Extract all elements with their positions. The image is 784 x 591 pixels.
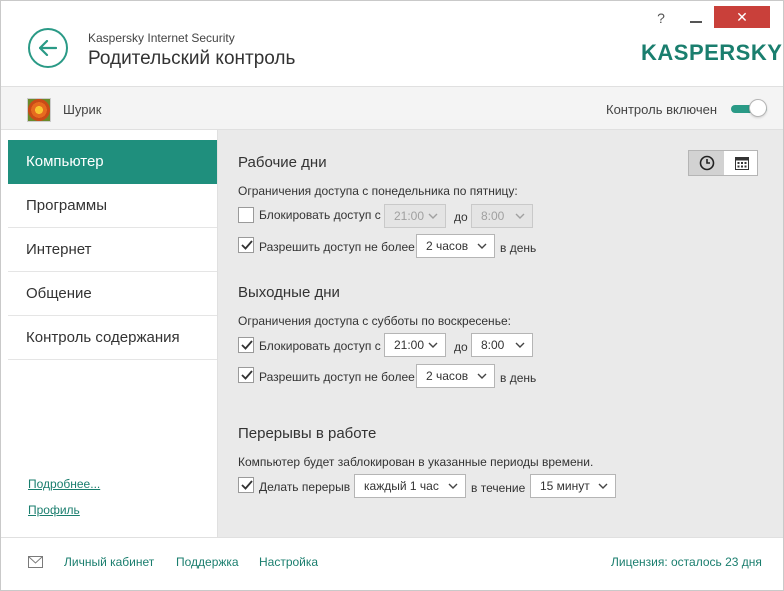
weekend-allow-select[interactable]: 2 часов [416,364,495,388]
weekdays-allow-suffix: в день [500,241,537,255]
weekdays-block-from-value: 21:00 [394,209,425,223]
weekend-block-label: Блокировать доступ с [259,339,381,353]
header: Kaspersky Internet Security Родительский… [1,1,784,86]
more-link[interactable]: Подробнее... [28,477,100,491]
chevron-down-icon [515,213,525,219]
kaspersky-logo: KASPERSKY lab [641,41,784,65]
breaks-interval-value: каждый 1 час [364,479,439,493]
weekdays-block-label: Блокировать доступ с [259,208,381,222]
weekdays-block-from-select[interactable]: 21:00 [384,204,446,228]
user-bar: Шурик Контроль включен [1,86,783,130]
breaks-interval-select[interactable]: каждый 1 час [354,474,466,498]
app-name: Kaspersky Internet Security [88,31,235,45]
avatar [27,98,51,122]
settings-link[interactable]: Настройка [259,555,318,569]
clock-view-button[interactable] [689,151,724,175]
toggle-knob [749,99,767,117]
footer: Личный кабинет Поддержка Настройка Лицен… [1,537,783,590]
checkmark-icon [241,480,253,490]
chevron-down-icon [515,342,525,348]
weekend-block-checkbox[interactable] [238,337,254,353]
breaks-label: Делать перерыв [259,480,351,494]
breaks-duration-value: 15 минут [540,479,590,493]
weekend-title: Выходные дни [238,284,340,301]
logo-text: KASPERSKY [641,40,783,65]
weekend-description: Ограничения доступа с субботы по воскрес… [238,314,511,328]
weekend-block-from-value: 21:00 [394,338,425,352]
chevron-down-icon [428,213,438,219]
sidebar: Компьютер Программы Интернет Общение Кон… [1,130,218,537]
weekdays-allow-select[interactable]: 2 часов [416,234,495,258]
weekdays-description: Ограничения доступа с понедельника по пя… [238,184,518,198]
control-status-label: Контроль включен [606,102,718,117]
breaks-description: Компьютер будет заблокирован в указанные… [238,455,594,469]
clock-icon [699,155,714,171]
control-toggle[interactable] [731,99,767,119]
back-button[interactable] [28,28,68,68]
checkmark-icon [241,340,253,350]
sidebar-item-computer[interactable]: Компьютер [8,140,217,184]
arrow-left-icon [39,40,57,56]
breaks-during-label: в течение [471,481,526,495]
calendar-icon [734,157,749,170]
weekdays-title: Рабочие дни [238,154,327,171]
weekend-allow-value: 2 часов [426,369,469,383]
app-window: Kaspersky Internet Security Родительский… [0,0,784,591]
sidebar-item-communication[interactable]: Общение [8,272,217,316]
page-title: Родительский контроль [88,48,296,69]
profile-link[interactable]: Профиль [28,503,80,517]
breaks-duration-select[interactable]: 15 минут [530,474,616,498]
weekdays-allow-checkbox[interactable] [238,237,254,253]
support-link[interactable]: Поддержка [176,555,239,569]
weekend-allow-checkbox[interactable] [238,367,254,383]
close-button[interactable]: ✕ [714,6,770,28]
weekdays-block-checkbox[interactable] [238,207,254,223]
checkmark-icon [241,370,253,380]
weekend-block-to-label: до [454,340,468,354]
weekend-block-to-select[interactable]: 8:00 [471,333,533,357]
chevron-down-icon [477,243,487,249]
checkmark-icon [241,240,253,250]
view-mode-toggle [688,150,758,176]
weekdays-block-to-select[interactable]: 8:00 [471,204,533,228]
minimize-button[interactable] [684,9,708,27]
chevron-down-icon [598,483,608,489]
account-link[interactable]: Личный кабинет [64,555,154,569]
weekdays-block-to-value: 8:00 [481,209,505,223]
breaks-title: Перерывы в работе [238,425,377,442]
weekdays-allow-value: 2 часов [426,239,469,253]
breaks-checkbox[interactable] [238,477,254,493]
weekdays-block-to-label: до [454,210,468,224]
weekend-allow-suffix: в день [500,371,537,385]
chevron-down-icon [448,483,458,489]
weekend-block-to-value: 8:00 [481,338,505,352]
mail-icon[interactable] [28,556,43,568]
user-name: Шурик [63,102,102,117]
main-panel: Рабочие дни Ограничения доступа с понеде… [218,130,783,537]
weekend-allow-label: Разрешить доступ не более [259,370,415,384]
license-status[interactable]: Лицензия: осталось 23 дня [611,555,762,569]
help-button[interactable]: ? [652,9,670,27]
sidebar-item-internet[interactable]: Интернет [8,228,217,272]
chevron-down-icon [477,373,487,379]
sidebar-item-programs[interactable]: Программы [8,184,217,228]
weekdays-allow-label: Разрешить доступ не более [259,240,415,254]
weekend-block-from-select[interactable]: 21:00 [384,333,446,357]
sidebar-item-content-control[interactable]: Контроль содержания [8,316,217,360]
chevron-down-icon [428,342,438,348]
calendar-view-button[interactable] [724,151,759,175]
